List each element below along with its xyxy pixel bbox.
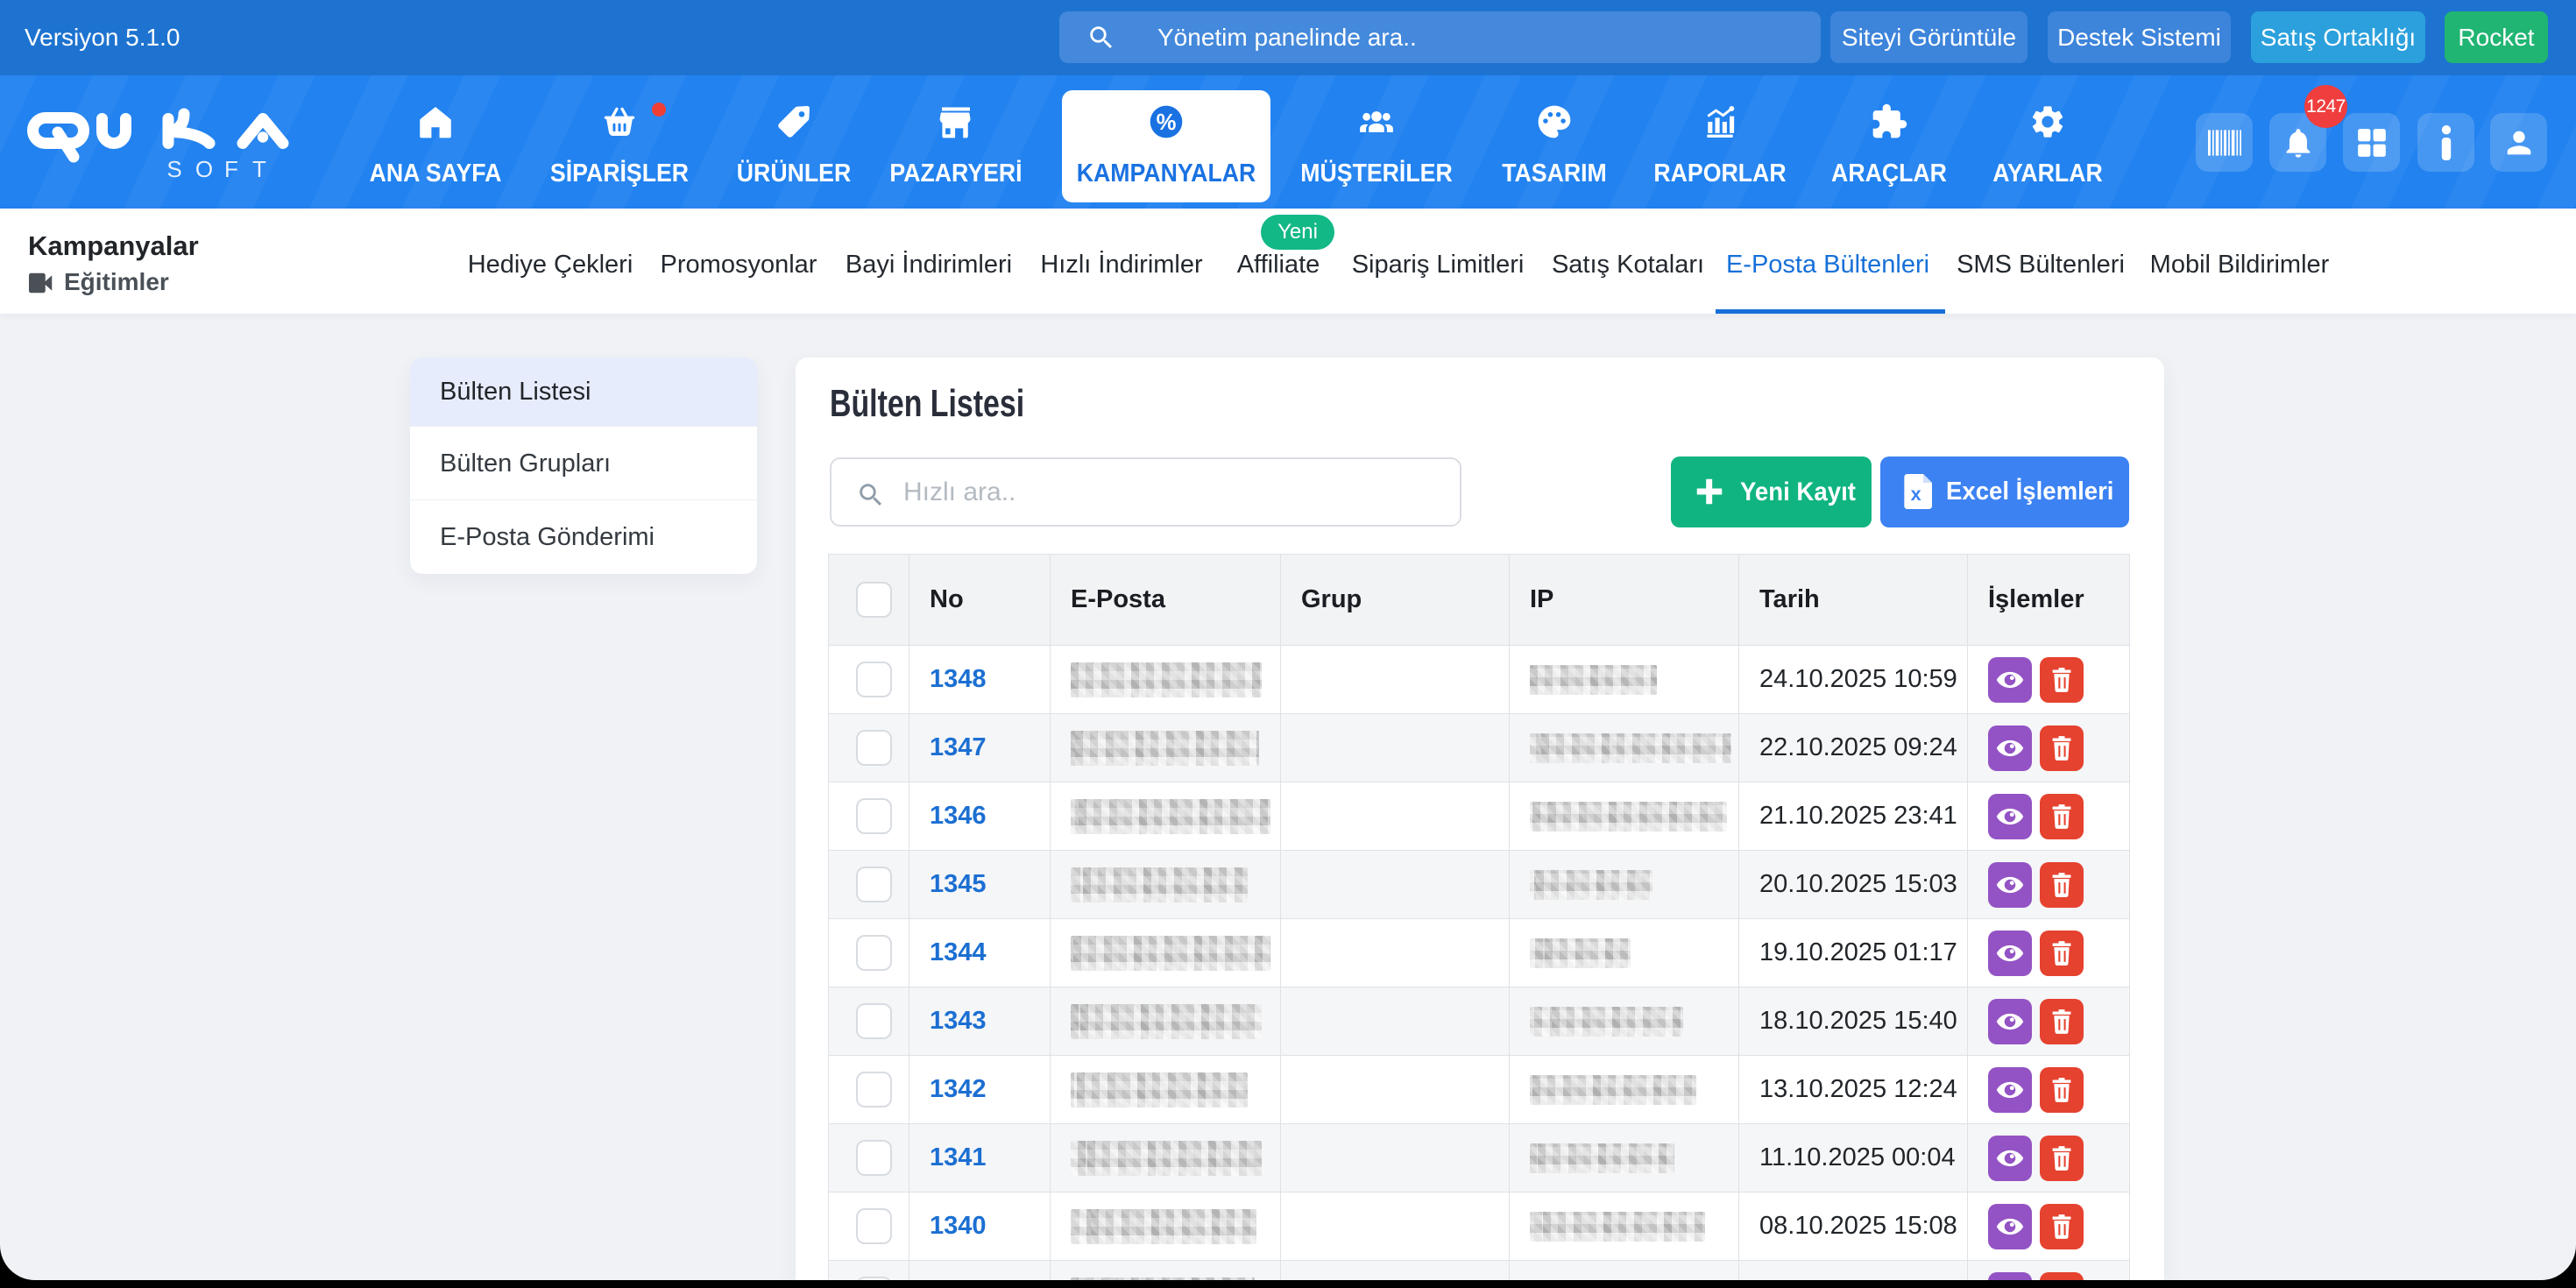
svg-text:x: x [1911,483,1921,505]
svg-text:T: T [252,156,266,179]
svg-text:O: O [195,156,213,179]
svg-text:%: % [1157,110,1177,135]
svg-text:F: F [224,156,238,179]
svg-text:S: S [166,156,181,179]
